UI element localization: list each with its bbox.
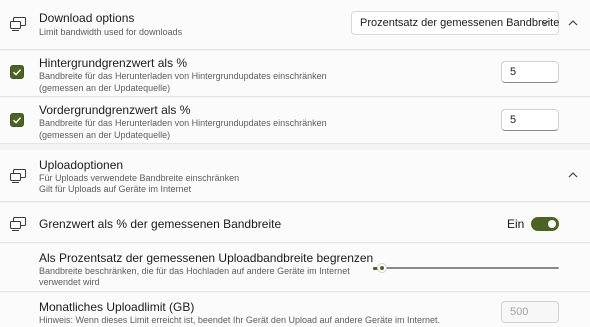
background-limit-input[interactable]: 5: [501, 61, 559, 83]
download-options-title: Download options: [39, 11, 135, 25]
collapse-upload-chevron-up-icon[interactable]: [568, 171, 578, 178]
measured-limit-toggle[interactable]: [531, 217, 559, 231]
collapse-download-chevron-up-icon[interactable]: [568, 19, 578, 26]
measured-limit-row: Grenzwert als % der gemessenen Bandbreit…: [0, 203, 590, 243]
foreground-limit-row: Vordergrundgrenzwert als % Bandbreite fü…: [0, 98, 590, 144]
background-limit-row: Hintergrundgrenzwert als % Bandbreite fü…: [0, 51, 590, 97]
monthly-limit-row: Monatliches Uploadlimit (GB) Hinweis: We…: [0, 293, 590, 327]
upload-slider-track[interactable]: [378, 267, 559, 269]
download-mode-value: Prozentsatz der gemessenen Bandbreite: [360, 17, 560, 29]
foreground-limit-checkbox[interactable]: [10, 113, 24, 127]
foreground-limit-input[interactable]: 5: [501, 109, 559, 131]
download-options-description: Limit bandwidth used for downloads: [39, 27, 183, 37]
toggle-state-label: Ein: [507, 217, 525, 231]
toggle-knob: [548, 220, 556, 228]
background-limit-title: Hintergrundgrenzwert als %: [39, 56, 188, 70]
checkmark-icon: [13, 69, 22, 76]
monthly-limit-description: Hinweis: Wenn dieses Limit erreicht ist,…: [39, 315, 441, 325]
download-mode-dropdown[interactable]: Prozentsatz der gemessenen Bandbreite: [351, 11, 559, 35]
foreground-limit-title: Vordergrundgrenzwert als %: [39, 103, 191, 117]
foreground-limit-description-line1: Bandbreite für das Herunterladen von Hin…: [39, 118, 327, 128]
upload-percent-row: Als Prozentsatz der gemessenen Uploadban…: [0, 244, 590, 292]
background-limit-description-line1: Bandbreite für das Herunterladen von Hin…: [39, 71, 327, 81]
upload-options-title: Uploadoptionen: [39, 158, 124, 172]
download-options-icon: [10, 17, 26, 31]
monthly-limit-title: Monatliches Uploadlimit (GB): [39, 300, 195, 314]
download-options-card[interactable]: Download options Limit bandwidth used fo…: [0, 0, 590, 50]
checkmark-icon: [13, 117, 22, 124]
monthly-limit-input[interactable]: 500: [501, 301, 559, 323]
upload-slider-thumb[interactable]: [377, 263, 388, 273]
upload-options-icon: [10, 169, 26, 183]
upload-percent-title: Als Prozentsatz der gemessenen Uploadban…: [39, 251, 374, 265]
measured-limit-icon: [10, 217, 26, 231]
background-limit-description-line2: (gemessen an der Updatequelle): [39, 83, 171, 93]
upload-options-description-line2: Gilt für Uploads auf Geräte im Internet: [39, 184, 192, 194]
upload-percent-description-line2: verwendet wird: [39, 277, 100, 287]
chevron-down-icon: [541, 20, 549, 25]
background-limit-checkbox[interactable]: [10, 65, 24, 79]
measured-limit-title: Grenzwert als % der gemessenen Bandbreit…: [39, 217, 282, 231]
upload-options-card[interactable]: Uploadoptionen Für Uploads verwendete Ba…: [0, 150, 590, 202]
foreground-limit-description-line2: (gemessen an der Updatequelle): [39, 130, 171, 140]
